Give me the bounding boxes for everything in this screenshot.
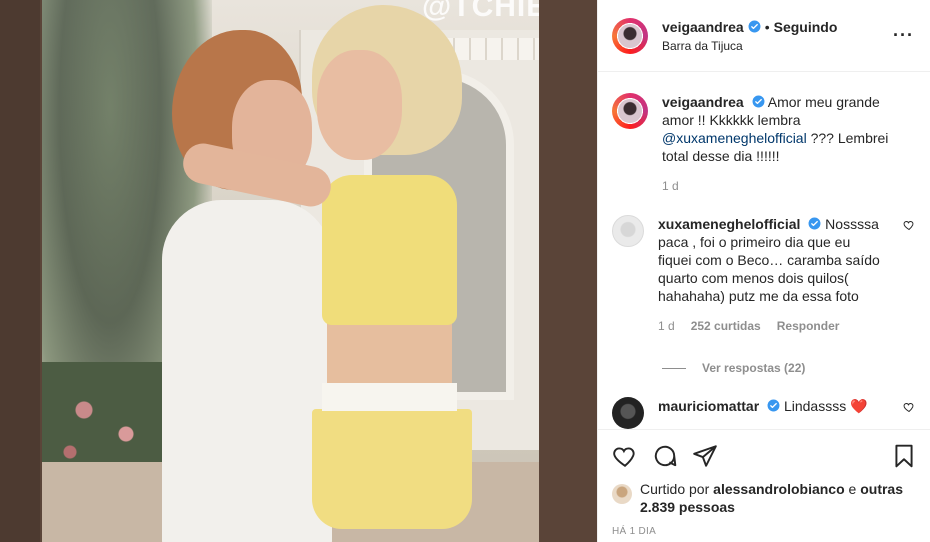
commenter-avatar[interactable] bbox=[612, 397, 644, 429]
caption-mention[interactable]: @xuxameneghelofficial bbox=[662, 130, 807, 146]
photo-person-right bbox=[179, 5, 502, 542]
post-header: veigaandrea • Seguindo Barra da Tijuca ·… bbox=[598, 0, 930, 72]
header-separator: • bbox=[764, 18, 770, 35]
post-modal: @TCHIEX veigaandrea • Seguindo Barra da … bbox=[0, 0, 930, 542]
comments-section: veigaandrea Amor meu grande amor !! Kkkk… bbox=[598, 73, 930, 429]
bookmark-icon[interactable] bbox=[891, 443, 917, 469]
more-options-icon[interactable]: ··· bbox=[893, 25, 914, 46]
comment-meta: 1 d 252 curtidas Responder bbox=[658, 317, 886, 335]
comment-item: xuxameneghelofficial Nossssa paca , foi … bbox=[612, 215, 915, 335]
post-location[interactable]: Barra da Tijuca bbox=[662, 39, 893, 53]
liked-by: Curtido por alessandrolobianco e outras … bbox=[612, 480, 917, 516]
verified-badge-icon bbox=[752, 95, 765, 108]
caption-time[interactable]: 1 d bbox=[662, 177, 902, 195]
comment-text: Lindassss ❤️ bbox=[783, 398, 868, 414]
author-avatar[interactable] bbox=[612, 17, 648, 54]
media-border-left bbox=[0, 0, 40, 542]
heart-icon[interactable] bbox=[612, 443, 638, 469]
caption: veigaandrea Amor meu grande amor !! Kkkk… bbox=[612, 93, 915, 195]
post-actions: Curtido por alessandrolobianco e outras … bbox=[598, 429, 930, 537]
media-border-right bbox=[540, 0, 597, 542]
verified-badge-icon bbox=[808, 217, 821, 230]
post-media: @TCHIEX bbox=[0, 0, 597, 542]
reply-button[interactable]: Responder bbox=[777, 317, 840, 335]
photo-watermark: @TCHIEX bbox=[422, 0, 539, 23]
post-photo[interactable]: @TCHIEX bbox=[42, 0, 539, 542]
verified-badge-icon bbox=[748, 20, 761, 33]
view-replies-label: Ver respostas (22) bbox=[702, 361, 806, 375]
liker-avatar[interactable] bbox=[612, 484, 632, 504]
caption-username[interactable]: veigaandrea bbox=[662, 94, 744, 110]
comment-item: mauriciomattar Lindassss ❤️ bbox=[612, 397, 915, 429]
liker-username[interactable]: alessandrolobianco bbox=[713, 481, 844, 497]
comment-icon[interactable] bbox=[652, 443, 678, 469]
comment-like-icon[interactable] bbox=[903, 401, 915, 413]
post-side-panel: veigaandrea • Seguindo Barra da Tijuca ·… bbox=[597, 0, 930, 542]
action-icons bbox=[612, 440, 917, 472]
commenter-avatar[interactable] bbox=[612, 215, 644, 247]
comment-username[interactable]: xuxameneghelofficial bbox=[658, 216, 800, 232]
comment-like-icon[interactable] bbox=[903, 219, 915, 231]
following-button[interactable]: Seguindo bbox=[774, 19, 838, 35]
comment-username[interactable]: mauriciomattar bbox=[658, 398, 759, 414]
caption-avatar[interactable] bbox=[612, 93, 648, 129]
comment-time[interactable]: 1 d bbox=[658, 317, 675, 335]
post-date[interactable]: HÁ 1 DIA bbox=[612, 526, 917, 537]
comment-likes[interactable]: 252 curtidas bbox=[691, 317, 761, 335]
author-username[interactable]: veigaandrea bbox=[662, 19, 744, 35]
header-text: veigaandrea • Seguindo Barra da Tijuca bbox=[662, 19, 893, 53]
send-icon[interactable] bbox=[692, 443, 718, 469]
liked-by-prefix: Curtido por bbox=[640, 481, 714, 497]
verified-badge-icon bbox=[767, 399, 780, 412]
liked-by-middle: e bbox=[844, 481, 861, 497]
view-replies-button[interactable]: Ver respostas (22) bbox=[662, 361, 915, 375]
replies-line bbox=[662, 367, 686, 369]
